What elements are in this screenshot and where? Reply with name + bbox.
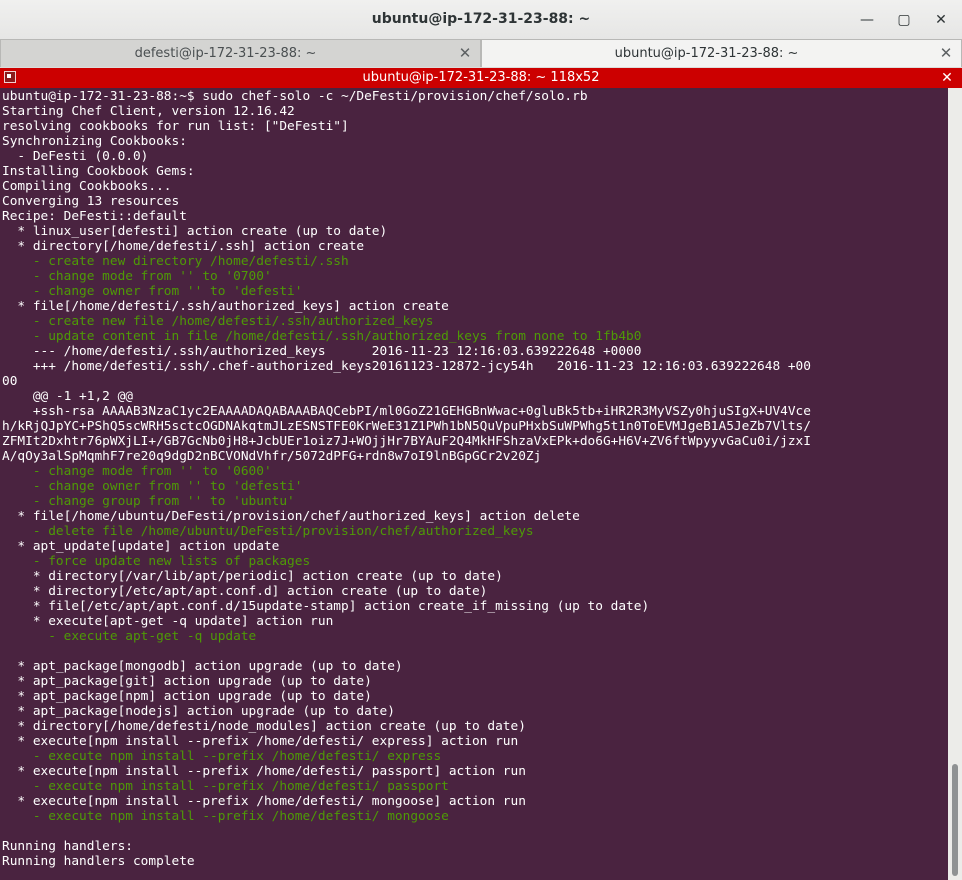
terminal-line: - force update new lists of packages [2,554,311,569]
terminal-line: - change owner from '' to 'defesti' [2,479,303,494]
terminal-line: - delete file /home/ubuntu/DeFesti/provi… [2,524,534,539]
scrollbar[interactable] [948,88,962,880]
terminal-line: - change mode from '' to '0700' [2,269,272,284]
terminal-line: - change group from '' to 'ubuntu' [2,494,295,509]
terminal-line: resolving cookbooks for run list: ["DeFe… [2,119,349,134]
terminal-header: ubuntu@ip-172-31-23-88: ~ 118x52 ✕ [0,68,962,88]
terminal-line: Running handlers complete [2,854,195,869]
close-icon[interactable]: ✕ [937,44,955,62]
terminal-line: - create new file /home/defesti/.ssh/aut… [2,314,434,329]
terminal-line: Synchronizing Cookbooks: [2,134,187,149]
terminal-line: * execute[npm install --prefix /home/def… [2,794,526,809]
terminal-line: A/qOy3alSpMqmhF7re20q9dgD2nBCVONdVhfr/50… [2,449,542,464]
terminal-line: - change owner from '' to 'defesti' [2,284,303,299]
terminal-line: h/kRjQJpYC+PShQ5scWRH5sctcOGDNAkqtmJLzES… [2,419,811,434]
terminal-line: * execute[apt-get -q update] action run [2,614,334,629]
scrollbar-thumb[interactable] [952,764,958,876]
terminal-line: Compiling Cookbooks... [2,179,172,194]
terminal-line: - change mode from '' to '0600' [2,464,272,479]
terminal-line: Converging 13 resources [2,194,180,209]
terminal-line: * file[/etc/apt/apt.conf.d/15update-stam… [2,599,650,614]
terminal-line: ubuntu@ip-172-31-23-88:~$ sudo chef-solo… [2,89,588,104]
tab-defesti[interactable]: defesti@ip-172-31-23-88: ~ ✕ [0,39,481,67]
terminal-line: * apt_update[update] action update [2,539,280,554]
terminal-line: * file[/home/defesti/.ssh/authorized_key… [2,299,449,314]
terminal-line: - execute apt-get -q update [2,629,257,644]
terminal-header-title: ubuntu@ip-172-31-23-88: ~ 118x52 [362,70,600,85]
tab-ubuntu[interactable]: ubuntu@ip-172-31-23-88: ~ ✕ [481,39,962,67]
terminal-line: * linux_user[defesti] action create (up … [2,224,388,239]
close-icon[interactable]: ✕ [938,69,956,87]
tab-bar: defesti@ip-172-31-23-88: ~ ✕ ubuntu@ip-1… [0,39,962,68]
terminal-line: * directory[/var/lib/apt/periodic] actio… [2,569,503,584]
terminal-line: * apt_package[nodejs] action upgrade (up… [2,704,395,719]
terminal-line: * execute[npm install --prefix /home/def… [2,764,526,779]
terminal-lines: ubuntu@ip-172-31-23-88:~$ sudo chef-solo… [2,89,811,869]
terminal-line: - DeFesti (0.0.0) [2,149,149,164]
terminal-line: - create new directory /home/defesti/.ss… [2,254,349,269]
close-icon[interactable]: ✕ [456,44,474,62]
terminal-line: - execute npm install --prefix /home/def… [2,809,449,824]
tab-label: ubuntu@ip-172-31-23-88: ~ [614,46,799,61]
minimize-icon[interactable]: — [856,9,878,31]
window-title: ubuntu@ip-172-31-23-88: ~ [371,11,591,27]
terminal-line: Recipe: DeFesti::default [2,209,187,224]
terminal-line: - update content in file /home/defesti/.… [2,329,642,344]
tab-label: defesti@ip-172-31-23-88: ~ [134,46,317,61]
terminal-line: * apt_package[npm] action upgrade (up to… [2,689,372,704]
terminal-line: +ssh-rsa AAAAB3NzaC1yc2EAAAADAQABAAABAQC… [2,404,811,419]
terminal-line: +++ /home/defesti/.ssh/.chef-authorized_… [2,359,811,374]
terminal-line: * file[/home/ubuntu/DeFesti/provision/ch… [2,509,580,524]
close-icon[interactable]: ✕ [930,9,952,31]
maximize-icon[interactable]: ▢ [893,9,915,31]
terminal-line: --- /home/defesti/.ssh/authorized_keys 2… [2,344,642,359]
terminal-line: * directory[/home/defesti/.ssh] action c… [2,239,365,254]
terminal-line: Running handlers: [2,839,133,854]
terminal-line: * execute[npm install --prefix /home/def… [2,734,519,749]
terminal-line: * apt_package[git] action upgrade (up to… [2,674,372,689]
terminal-line: * directory[/etc/apt/apt.conf.d] action … [2,584,488,599]
terminal-line: Installing Cookbook Gems: [2,164,195,179]
terminal-line: * directory[/home/defesti/node_modules] … [2,719,526,734]
terminal-line: - execute npm install --prefix /home/def… [2,779,449,794]
terminal-line: @@ -1 +1,2 @@ [2,389,133,404]
terminal-line: * apt_package[mongodb] action upgrade (u… [2,659,403,674]
terminal-line: ZFMIt2Dxhtr76pWXjLI+/GB7GcNb0jH8+JcbUEr1… [2,434,811,449]
terminal-line: - execute npm install --prefix /home/def… [2,749,442,764]
terminal-output[interactable]: ubuntu@ip-172-31-23-88:~$ sudo chef-solo… [0,88,948,880]
window-titlebar[interactable]: ubuntu@ip-172-31-23-88: ~ — ▢ ✕ [0,0,962,40]
terminal-line: Starting Chef Client, version 12.16.42 [2,104,295,119]
terminal-line: 00 [2,374,18,389]
